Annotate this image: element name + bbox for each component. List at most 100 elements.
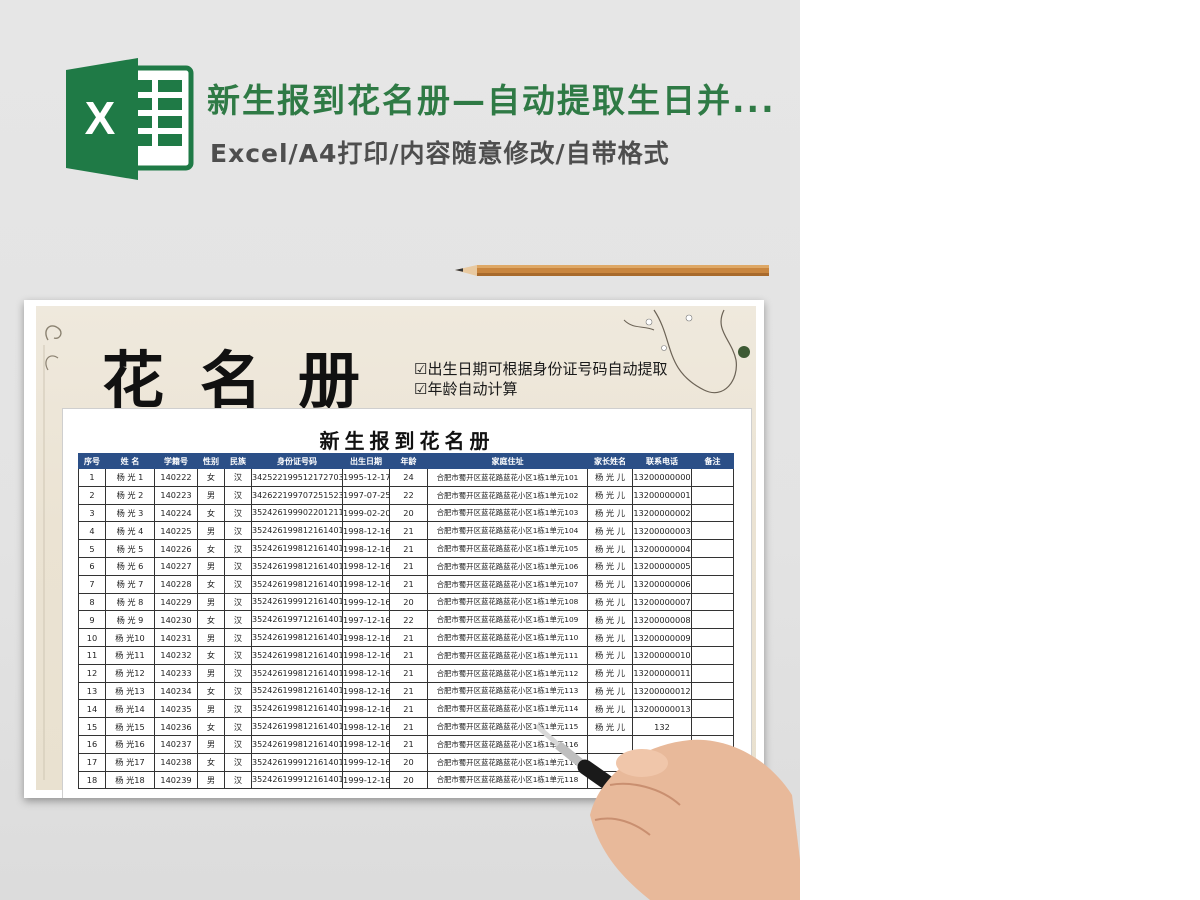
table-cell[interactable]: 杨 光 儿 (587, 681, 633, 701)
table-cell[interactable]: 352426199812161401 (251, 521, 343, 541)
table-cell[interactable]: 1 (78, 468, 106, 487)
table-cell[interactable]: 21 (389, 717, 428, 736)
table-cell[interactable]: 21 (389, 521, 428, 541)
table-cell[interactable]: 20 (389, 592, 428, 612)
table-cell[interactable]: 8 (78, 592, 106, 612)
table-cell[interactable]: 杨 光14 (105, 699, 155, 719)
table-cell[interactable]: 汉 (224, 663, 252, 683)
table-cell[interactable]: 140224 (154, 503, 198, 523)
table-cell[interactable]: 1998-12-16 (342, 681, 390, 701)
table-cell[interactable]: 男 (197, 734, 225, 754)
table-cell[interactable]: 352426199812161401 (251, 539, 343, 558)
table-cell[interactable]: 13200000012 (632, 681, 692, 701)
table-cell[interactable]: 汉 (224, 610, 252, 630)
table-cell[interactable]: 140227 (154, 556, 198, 576)
table-cell[interactable]: 3 (78, 503, 106, 523)
table-cell[interactable]: 杨 光 儿 (587, 663, 633, 683)
table-cell[interactable]: 13200000010 (632, 645, 692, 665)
table-cell[interactable]: 男 (197, 628, 225, 647)
table-cell[interactable]: 杨 光 儿 (587, 468, 633, 487)
table-cell[interactable] (691, 539, 734, 558)
table-cell[interactable]: 21 (389, 681, 428, 701)
table-cell[interactable]: 5 (78, 539, 106, 558)
table-cell[interactable]: 1998-12-16 (342, 539, 390, 558)
table-cell[interactable]: 杨 光 儿 (587, 521, 633, 541)
table-cell[interactable]: 汉 (224, 574, 252, 594)
table-cell[interactable]: 140225 (154, 521, 198, 541)
table-cell[interactable]: 男 (197, 699, 225, 719)
table-cell[interactable]: 22 (389, 610, 428, 630)
table-cell[interactable]: 352426199902201211 (251, 503, 343, 523)
table-cell[interactable]: 1998-12-16 (342, 556, 390, 576)
table-cell[interactable]: 13200000005 (632, 556, 692, 576)
table-cell[interactable]: 352426199712161401 (251, 610, 343, 630)
table-cell[interactable]: 杨 光 6 (105, 556, 155, 576)
table-cell[interactable]: 140231 (154, 628, 198, 647)
table-cell[interactable]: 22 (389, 485, 428, 505)
table-cell[interactable]: 杨 光13 (105, 681, 155, 701)
table-cell[interactable]: 13200000006 (632, 574, 692, 594)
table-cell[interactable]: 杨 光 4 (105, 521, 155, 541)
table-cell[interactable]: 汉 (224, 521, 252, 541)
table-cell[interactable]: 合肥市蜀开区蓝花路蓝花小区1栋1单元104 (427, 521, 588, 541)
table-cell[interactable]: 女 (197, 645, 225, 665)
table-cell[interactable]: 合肥市蜀开区蓝花路蓝花小区1栋1单元109 (427, 610, 588, 630)
table-cell[interactable] (691, 681, 734, 701)
table-cell[interactable]: 1999-12-16 (342, 770, 390, 790)
table-cell[interactable]: 352426199812161401 (251, 717, 343, 736)
table-cell[interactable]: 342622199707251523 (251, 485, 343, 505)
table-cell[interactable]: 13200000001 (632, 485, 692, 505)
table-cell[interactable]: 杨 光 儿 (587, 539, 633, 558)
table-cell[interactable]: 男 (197, 770, 225, 790)
table-cell[interactable]: 杨 光 2 (105, 485, 155, 505)
table-cell[interactable]: 1998-12-16 (342, 734, 390, 754)
table-cell[interactable]: 140230 (154, 610, 198, 630)
table-cell[interactable] (691, 468, 734, 487)
table-cell[interactable]: 352426199912161401 (251, 770, 343, 790)
table-cell[interactable]: 汉 (224, 770, 252, 790)
table-cell[interactable]: 352426199812161401 (251, 628, 343, 647)
table-cell[interactable]: 352426199912161401 (251, 752, 343, 772)
table-cell[interactable]: 合肥市蜀开区蓝花路蓝花小区1栋1单元102 (427, 485, 588, 505)
table-cell[interactable]: 16 (78, 734, 106, 754)
table-cell[interactable]: 合肥市蜀开区蓝花路蓝花小区1栋1单元113 (427, 681, 588, 701)
table-cell[interactable]: 352426199812161401 (251, 645, 343, 665)
table-cell[interactable]: 合肥市蜀开区蓝花路蓝花小区1栋1单元101 (427, 468, 588, 487)
table-cell[interactable]: 12 (78, 663, 106, 683)
table-cell[interactable] (691, 645, 734, 665)
table-cell[interactable]: 杨 光 儿 (587, 503, 633, 523)
table-cell[interactable]: 女 (197, 752, 225, 772)
table-cell[interactable]: 21 (389, 663, 428, 683)
table-cell[interactable]: 15 (78, 717, 106, 736)
table-cell[interactable]: 140239 (154, 770, 198, 790)
table-cell[interactable]: 20 (389, 770, 428, 790)
table-cell[interactable]: 13200000004 (632, 539, 692, 558)
table-cell[interactable]: 合肥市蜀开区蓝花路蓝花小区1栋1单元110 (427, 628, 588, 647)
table-cell[interactable]: 汉 (224, 717, 252, 736)
table-cell[interactable]: 合肥市蜀开区蓝花路蓝花小区1栋1单元108 (427, 592, 588, 612)
table-cell[interactable]: 1998-12-16 (342, 628, 390, 647)
table-cell[interactable]: 女 (197, 717, 225, 736)
table-cell[interactable]: 13200000002 (632, 503, 692, 523)
table-cell[interactable] (691, 592, 734, 612)
table-cell[interactable]: 1997-12-16 (342, 610, 390, 630)
table-cell[interactable]: 21 (389, 574, 428, 594)
table-cell[interactable]: 140222 (154, 468, 198, 487)
table-cell[interactable]: 9 (78, 610, 106, 630)
table-cell[interactable]: 杨 光 8 (105, 592, 155, 612)
table-cell[interactable]: 1998-12-16 (342, 521, 390, 541)
table-cell[interactable]: 杨 光11 (105, 645, 155, 665)
table-cell[interactable]: 342522199512172703 (251, 468, 343, 487)
table-cell[interactable]: 汉 (224, 734, 252, 754)
table-cell[interactable] (691, 610, 734, 630)
table-cell[interactable]: 女 (197, 468, 225, 487)
table-cell[interactable]: 140226 (154, 539, 198, 558)
table-cell[interactable]: 18 (78, 770, 106, 790)
table-cell[interactable]: 21 (389, 645, 428, 665)
table-cell[interactable]: 汉 (224, 628, 252, 647)
table-cell[interactable]: 1997-07-25 (342, 485, 390, 505)
table-cell[interactable]: 杨 光 儿 (587, 485, 633, 505)
table-cell[interactable] (691, 556, 734, 576)
table-cell[interactable]: 杨 光18 (105, 770, 155, 790)
table-cell[interactable]: 杨 光 儿 (587, 592, 633, 612)
